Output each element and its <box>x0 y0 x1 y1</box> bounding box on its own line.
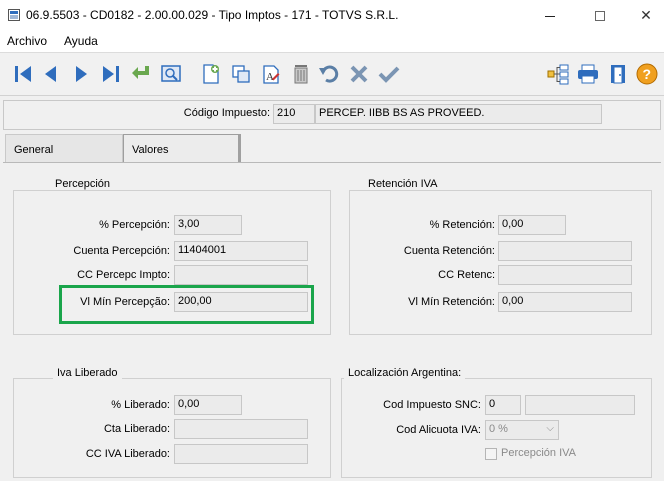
vl-min-percepcao-field[interactable]: 200,00 <box>174 292 308 312</box>
cc-iva-liberado-label: CC IVA Liberado: <box>85 448 170 460</box>
last-icon <box>103 66 119 82</box>
cod-alicuota-iva-value: 0 % <box>489 423 508 435</box>
menu-archivo[interactable]: Archivo <box>7 33 47 49</box>
cod-alicuota-iva-label: Cod Alicuota IVA: <box>396 424 481 436</box>
confirm-icon <box>378 66 400 83</box>
cuenta-percepcion-label: Cuenta Percepción: <box>73 245 170 257</box>
print-button[interactable] <box>575 60 601 88</box>
search-icon <box>161 65 181 82</box>
new-icon <box>203 64 219 84</box>
main-panel: Código Impuesto: 210 PERCEP. IIBB BS AS … <box>0 96 664 481</box>
new-record-button[interactable] <box>198 60 224 88</box>
svg-text:A: A <box>266 71 274 83</box>
minimize-button[interactable] <box>530 4 570 26</box>
cta-liberado-label: Cta Liberado: <box>103 423 170 435</box>
edit-record-button[interactable]: A <box>258 60 284 88</box>
help-button[interactable]: ? <box>634 60 660 88</box>
cc-percepc-impto-field[interactable] <box>174 265 308 285</box>
app-icon <box>8 9 20 21</box>
copy-record-button[interactable] <box>228 60 254 88</box>
cta-liberado-field[interactable] <box>174 419 308 439</box>
cuenta-retencion-label: Cuenta Retención: <box>403 245 495 257</box>
previous-record-button[interactable] <box>38 60 64 88</box>
prev-icon <box>45 66 56 82</box>
tree-button[interactable] <box>545 60 571 88</box>
close-icon: ✕ <box>640 7 652 23</box>
maximize-icon <box>595 11 605 22</box>
maximize-button[interactable] <box>580 4 620 26</box>
percepcion-iva-checkbox[interactable] <box>485 448 497 460</box>
cod-impuesto-snc-desc-field[interactable] <box>525 395 635 415</box>
cancel-icon <box>350 65 368 83</box>
retencion-pct-field[interactable]: 0,00 <box>498 215 566 235</box>
percepcion-pct-label: % Percepción: <box>99 219 170 231</box>
codigo-impuesto-label: Código Impuesto: <box>183 107 270 119</box>
cc-iva-liberado-field[interactable] <box>174 444 308 464</box>
menu-bar: Archivo Ayuda <box>0 30 664 52</box>
edit-icon: A <box>263 65 280 84</box>
first-icon <box>15 66 31 82</box>
delete-icon <box>294 65 308 84</box>
copy-icon <box>232 65 250 83</box>
tab-valores[interactable]: Valores <box>123 134 241 162</box>
confirm-button[interactable] <box>376 60 402 88</box>
codigo-descripcion-field[interactable]: PERCEP. IIBB BS AS PROVEED. <box>315 104 602 124</box>
minimize-icon <box>545 15 555 17</box>
retencion-title: Retención IVA <box>364 178 442 190</box>
tab-general[interactable]: General <box>5 134 123 162</box>
help-icon: ? <box>636 63 658 85</box>
percepcion-pct-field[interactable]: 3,00 <box>174 215 242 235</box>
last-record-button[interactable] <box>98 60 124 88</box>
search-button[interactable] <box>158 60 184 88</box>
cc-retenc-field[interactable] <box>498 265 632 285</box>
cod-impuesto-snc-label: Cod Impuesto SNC: <box>383 399 481 411</box>
percepcion-title: Percepción <box>51 178 115 190</box>
undo-icon <box>319 65 339 83</box>
codigo-impuesto-field[interactable]: 210 <box>273 104 315 124</box>
window-title: 06.9.5503 - CD0182 - 2.00.00.029 - Tipo … <box>26 8 399 22</box>
delete-record-button[interactable] <box>288 60 314 88</box>
retencion-group <box>349 190 652 335</box>
tree-icon <box>547 64 569 85</box>
localizacion-title: Localización Argentina: <box>344 367 466 379</box>
go-to-button[interactable] <box>128 60 154 88</box>
toolbar: A ? <box>0 52 664 96</box>
vl-min-retencion-label: Vl Mín Retención: <box>408 296 495 308</box>
retencion-pct-label: % Retención: <box>429 219 495 231</box>
exit-icon <box>611 65 625 84</box>
title-bar: 06.9.5503 - CD0182 - 2.00.00.029 - Tipo … <box>0 0 664 30</box>
cc-retenc-label: CC Retenc: <box>438 269 495 281</box>
menu-ayuda[interactable]: Ayuda <box>64 33 98 49</box>
exit-button[interactable] <box>605 60 631 88</box>
first-record-button[interactable] <box>10 60 36 88</box>
vl-min-percepcao-label: Vl Mín Percepção: <box>80 296 170 308</box>
close-button[interactable]: ✕ <box>626 4 664 26</box>
cod-impuesto-snc-field[interactable]: 0 <box>485 395 521 415</box>
cod-alicuota-iva-select[interactable]: 0 % ⌵ <box>485 420 559 440</box>
next-icon <box>76 66 87 82</box>
vl-min-retencion-field[interactable]: 0,00 <box>498 292 632 312</box>
cancel-button[interactable] <box>346 60 372 88</box>
liberado-pct-field[interactable]: 0,00 <box>174 395 242 415</box>
svg-text:?: ? <box>643 66 652 82</box>
go-to-icon <box>132 66 149 79</box>
iva-liberado-title: Iva Liberado <box>53 367 122 379</box>
cuenta-percepcion-field[interactable]: 11404001 <box>174 241 308 261</box>
next-record-button[interactable] <box>68 60 94 88</box>
cuenta-retencion-field[interactable] <box>498 241 632 261</box>
percepcion-iva-label: Percepción IVA <box>501 447 577 459</box>
cc-percepc-impto-label: CC Percepc Impto: <box>77 269 170 281</box>
liberado-pct-label: % Liberado: <box>111 399 170 411</box>
undo-button[interactable] <box>316 60 342 88</box>
print-icon <box>578 64 598 84</box>
chevron-down-icon: ⌵ <box>546 423 554 434</box>
tab-divider <box>3 162 661 163</box>
